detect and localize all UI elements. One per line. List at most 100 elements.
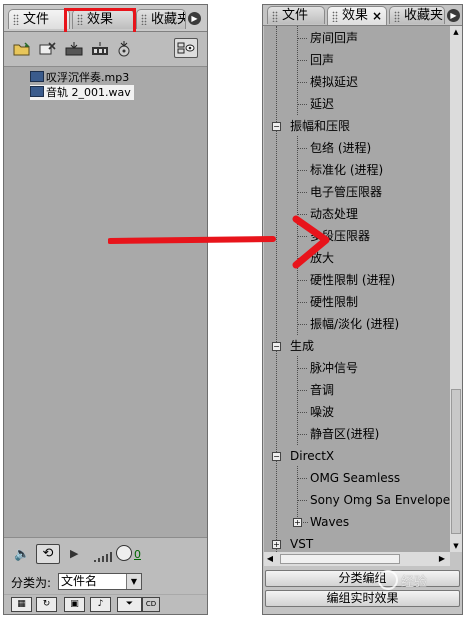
scroll-right-icon[interactable]: ▶ [436,552,448,566]
file-item[interactable]: 叹浮沉伴奏.mp3 [30,70,132,85]
scroll-down-icon[interactable]: ▼ [450,540,462,552]
tree-guide [298,104,307,105]
edit-realtime-effects-button[interactable]: 编组实时效果 [265,590,460,607]
categorize-button[interactable]: 分类编组 [265,570,460,587]
sort-select[interactable]: 文件名 ▼ [58,573,142,590]
grip-icon [332,11,338,22]
show-waveform-icon[interactable]: ▦ [11,597,32,612]
scroll-thumb[interactable] [451,389,461,534]
tree-item[interactable]: 静音区(进程) [310,425,379,443]
scroll-thumb[interactable] [280,554,400,564]
filter-icon[interactable]: ⏷ [117,597,142,612]
audio-file-icon [30,71,44,82]
effects-panel-tabbar: 文件 效果 × 收藏夹 ▶ [263,5,462,26]
tab-effects-label: 效果 [342,8,369,23]
tree-item[interactable]: 延迟 [310,95,334,113]
show-video-icon[interactable]: ▣ [64,597,85,612]
panel-menu-arrow-icon[interactable]: ▶ [447,9,460,22]
tab-favorites[interactable]: 收藏夹 [389,6,445,24]
tree-item[interactable]: 噪波 [310,403,334,421]
tree-guide [298,390,307,391]
tree-guide [298,412,307,413]
view-options-icon[interactable] [174,38,198,58]
scroll-up-icon[interactable]: ▲ [450,26,462,38]
tree-group-vst[interactable]: VST [290,535,313,552]
effects-panel: 文件 效果 × 收藏夹 ▶ 房间回声 回声 模拟延迟 延迟 − 振幅和压限 包络… [262,4,463,615]
grip-icon [141,14,147,25]
show-loop-icon[interactable]: ↻ [36,597,57,612]
tree-guide [298,324,307,325]
cd-icon[interactable]: CD [142,597,160,612]
tree-guide [298,38,307,39]
chevron-down-icon: ▼ [126,574,141,589]
tree-guide [298,302,307,303]
tree-guide [298,500,307,501]
tree-guide [298,192,307,193]
tree-guide [297,356,298,445]
tree-item[interactable]: 标准化 (进程) [310,161,383,179]
tree-item[interactable]: Sony Omg Sa Envelope [310,491,450,509]
expand-icon[interactable]: + [272,540,281,549]
files-panel: 文件 效果 收藏夹 ▶ 叹浮沉 [3,4,208,615]
volume-knob-icon[interactable] [116,545,132,561]
scroll-left-icon[interactable]: ◀ [264,552,276,566]
collapse-icon[interactable]: − [272,342,281,351]
tree-item[interactable]: 脉冲信号 [310,359,358,377]
tree-item[interactable]: 硬性限制 [310,293,358,311]
horizontal-scrollbar[interactable]: ◀ ▶ [264,552,450,566]
file-name: 音轨 2_001.wav [46,86,131,99]
tab-files[interactable]: 文件 [8,9,70,29]
level-readout[interactable]: 0 [134,548,141,561]
tree-item[interactable]: 振幅/淡化 (进程) [310,315,399,333]
tab-files-label: 文件 [282,8,309,23]
tree-item[interactable]: 房间回声 [310,29,358,47]
collapse-icon[interactable]: − [272,452,281,461]
tree-guide [297,466,298,525]
tab-effects[interactable]: 效果 × [327,6,387,25]
volume-level-icon [94,551,114,565]
files-toolbar [4,32,207,67]
panel-menu-arrow-icon[interactable]: ▶ [188,12,201,25]
tree-item[interactable]: 回声 [310,51,334,69]
play-icon[interactable]: ▶ [70,547,78,560]
insert-multitrack-icon[interactable] [64,40,84,58]
tree-item[interactable]: 硬性限制 (进程) [310,271,395,289]
tab-favorites[interactable]: 收藏夹 [136,9,186,29]
tree-guide [298,280,307,281]
tab-files[interactable]: 文件 [267,6,325,24]
tree-group-generate[interactable]: 生成 [290,337,314,355]
sort-label: 分类为: [11,576,52,590]
tree-guide [298,82,307,83]
grip-icon [272,11,278,22]
speaker-icon[interactable]: 🔈 [14,547,30,562]
tree-guide [298,368,307,369]
import-icon[interactable] [114,40,134,58]
annotation-arrow [108,215,330,269]
expand-icon[interactable]: + [293,518,302,527]
tree-guide [276,26,277,552]
tree-item[interactable]: 音调 [310,381,334,399]
insert-cd-icon[interactable] [90,40,110,58]
tree-item[interactable]: OMG Seamless [310,469,400,487]
close-file-icon[interactable] [38,40,58,58]
loop-icon[interactable]: ⟲ [36,544,60,564]
show-midi-icon[interactable]: ♪ [90,597,111,612]
tree-item[interactable]: 模拟延迟 [310,73,358,91]
close-icon[interactable]: × [372,7,382,25]
file-item-selected[interactable]: 音轨 2_001.wav [30,85,134,100]
tree-item[interactable]: 包络 (进程) [310,139,371,157]
effects-tree: 房间回声 回声 模拟延迟 延迟 − 振幅和压限 包络 (进程) 标准化 (进程)… [264,26,450,552]
tree-group-directx[interactable]: DirectX [290,447,334,465]
tree-guide [298,148,307,149]
tree-guide [298,60,307,61]
tree-item[interactable]: 电子管压限器 [310,183,382,201]
tree-guide [298,478,307,479]
tree-group-waves[interactable]: Waves [310,513,349,531]
collapse-icon[interactable]: − [272,122,281,131]
tree-group-amplitude[interactable]: 振幅和压限 [290,117,350,135]
file-list: 叹浮沉伴奏.mp3 音轨 2_001.wav [4,67,207,537]
vertical-scrollbar[interactable]: ▲ ▼ [450,26,462,552]
open-file-icon[interactable] [12,40,32,58]
watermark-logo: 经验 [378,570,427,590]
watermark-icon [378,570,398,590]
